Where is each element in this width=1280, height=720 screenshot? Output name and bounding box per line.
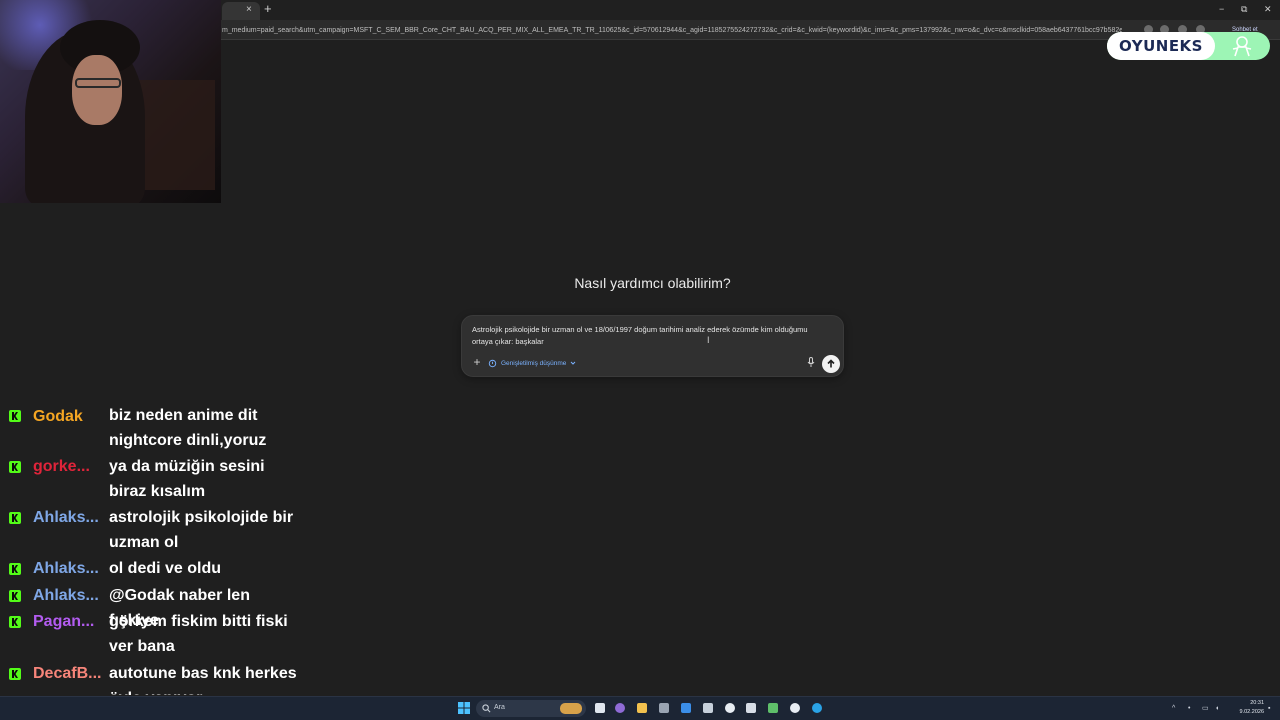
kick-badge-icon bbox=[9, 668, 21, 680]
chat-username[interactable]: Ahlaks... bbox=[33, 508, 99, 528]
windows-start-icon[interactable] bbox=[458, 702, 470, 714]
lightbulb-icon bbox=[488, 359, 497, 367]
edge-browser-icon[interactable] bbox=[812, 703, 822, 713]
page-title: Nasıl yardımcı olabilirim? bbox=[574, 275, 731, 291]
search-label: Ara bbox=[494, 704, 505, 711]
kick-badge-icon bbox=[9, 616, 21, 628]
app-icon[interactable] bbox=[615, 703, 625, 713]
robot-icon bbox=[1232, 36, 1252, 57]
arrow-up-icon bbox=[827, 359, 835, 368]
kick-badge-icon bbox=[9, 461, 21, 473]
thinking-mode-label: Genişletilmiş düşünme bbox=[501, 359, 567, 367]
app-icon[interactable] bbox=[746, 703, 756, 713]
windows-taskbar: Ara ^ • ▭ ◖ 20:31 9.02.2026 ▪ bbox=[0, 696, 1280, 720]
chat-text: autotune bas knk herkes öyle yapıyor bbox=[109, 665, 297, 695]
chat-text: astrolojik psikolojide bir uzman ol bbox=[109, 509, 294, 551]
network-icon[interactable]: ▭ bbox=[1202, 704, 1209, 714]
chat-text: ya da müziğin sesini biraz kısalım bbox=[109, 458, 265, 500]
chat-text: ol dedi ve oldu bbox=[109, 560, 222, 577]
browser-tab[interactable] bbox=[222, 2, 260, 20]
system-clock[interactable]: 20:31 9.02.2026 bbox=[1228, 699, 1264, 717]
brand-name: OYUNEKS bbox=[1119, 37, 1203, 55]
send-button[interactable] bbox=[822, 355, 840, 373]
app-icon[interactable] bbox=[703, 703, 713, 713]
task-view-icon[interactable] bbox=[595, 703, 605, 713]
clock-date: 9.02.2026 bbox=[1239, 709, 1264, 715]
chat-username[interactable]: DecafB... bbox=[33, 664, 101, 684]
app-icon[interactable] bbox=[681, 703, 691, 713]
chat-username[interactable]: Godak bbox=[33, 407, 83, 427]
kick-badge-icon bbox=[9, 563, 21, 575]
kick-badge-icon bbox=[9, 512, 21, 524]
kick-badge-icon bbox=[9, 410, 21, 422]
minimize-button[interactable]: − bbox=[1219, 3, 1224, 15]
chevron-down-icon bbox=[571, 361, 576, 365]
plus-icon[interactable]: + bbox=[471, 356, 483, 368]
app-icon[interactable] bbox=[768, 703, 778, 713]
clock-time: 20:31 bbox=[1250, 700, 1264, 706]
extended-thinking-toggle[interactable]: Genişletilmiş düşünme bbox=[488, 357, 576, 369]
chat-username[interactable]: Ahlaks... bbox=[33, 559, 99, 579]
webcam-overlay bbox=[0, 0, 221, 203]
text-cursor-icon: I bbox=[707, 335, 710, 345]
stream-chat: Godak biz neden anime dit nightcore dinl… bbox=[0, 405, 305, 695]
chat-text: görkem fiskim bitti fiski ver bana bbox=[109, 613, 288, 655]
volume-icon[interactable]: ◖ bbox=[1215, 704, 1219, 714]
screen: × + − ⧉ ✕ m_medium=paid_search&utm_campa… bbox=[0, 0, 1280, 720]
url-text[interactable]: m_medium=paid_search&utm_campaign=MSFT_C… bbox=[222, 25, 1122, 36]
app-icon[interactable] bbox=[790, 703, 800, 713]
chevron-up-icon[interactable]: ^ bbox=[1172, 704, 1175, 714]
file-explorer-icon[interactable] bbox=[637, 703, 647, 713]
new-tab-button[interactable]: + bbox=[264, 1, 272, 17]
kick-badge-icon bbox=[9, 590, 21, 602]
prompt-input[interactable]: Astrolojik psikolojide bir uzman ol ve 1… bbox=[472, 324, 812, 348]
taskbar-search[interactable]: Ara bbox=[476, 700, 586, 717]
close-tab-icon[interactable]: × bbox=[246, 3, 252, 17]
microphone-icon[interactable]: • bbox=[1188, 704, 1190, 714]
search-highlight-icon bbox=[560, 703, 582, 714]
search-icon bbox=[482, 704, 491, 713]
chat-username[interactable]: Pagan... bbox=[33, 612, 94, 632]
app-icon[interactable] bbox=[659, 703, 669, 713]
restore-button[interactable]: ⧉ bbox=[1241, 3, 1247, 15]
brand-logo: OYUNEKS bbox=[1107, 32, 1270, 60]
chat-username[interactable]: Ahlaks... bbox=[33, 586, 99, 606]
prompt-composer[interactable]: Astrolojik psikolojide bir uzman ol ve 1… bbox=[461, 315, 844, 377]
chat-text: biz neden anime dit nightcore dinli,yoru… bbox=[109, 407, 267, 449]
close-window-button[interactable]: ✕ bbox=[1264, 3, 1272, 15]
notification-icon[interactable]: ▪ bbox=[1268, 704, 1270, 714]
chat-username[interactable]: gorke... bbox=[33, 457, 90, 477]
app-icon[interactable] bbox=[725, 703, 735, 713]
microphone-icon[interactable] bbox=[805, 356, 817, 368]
